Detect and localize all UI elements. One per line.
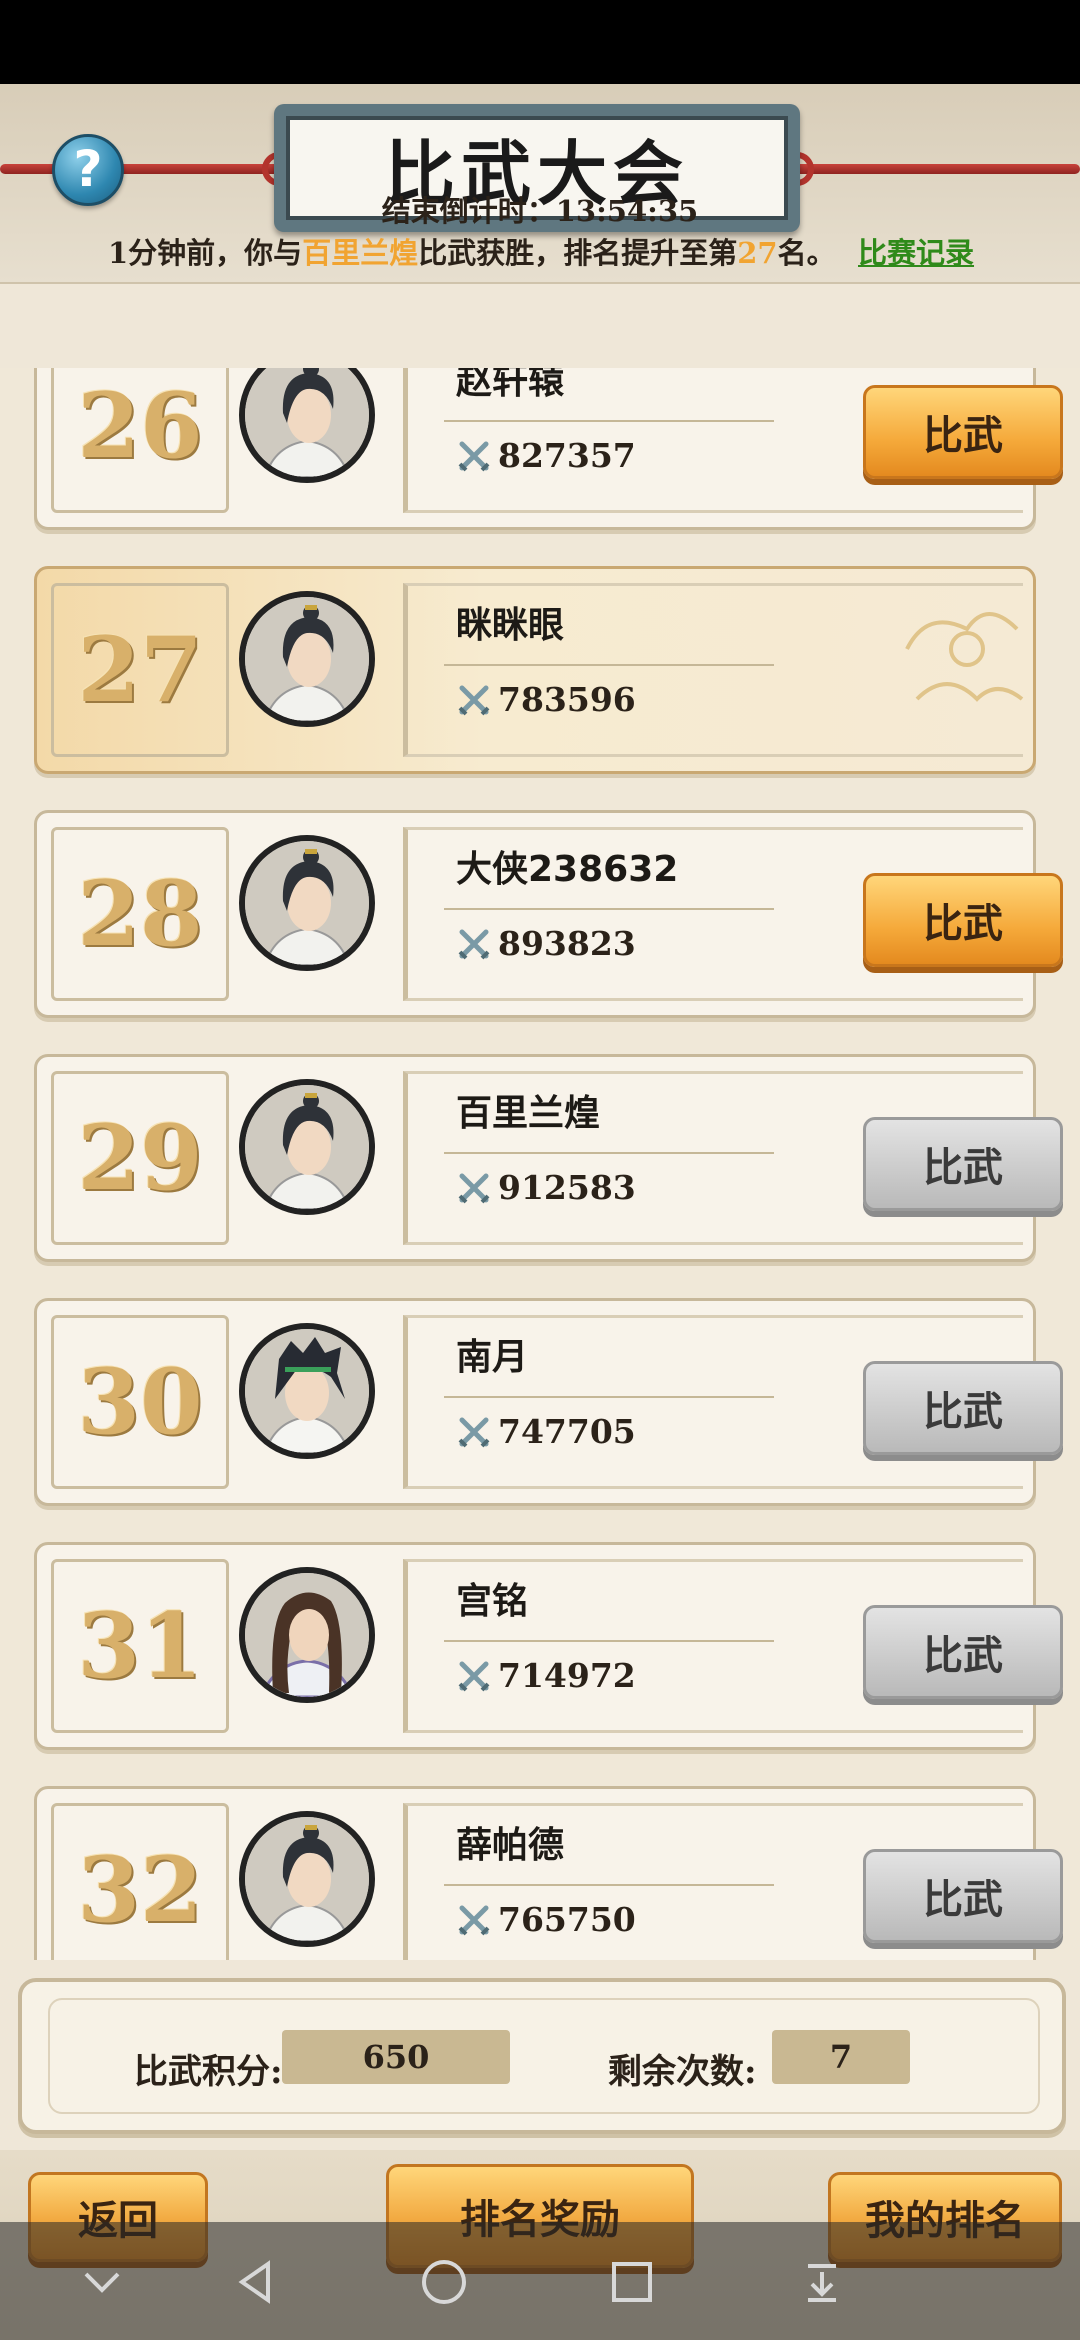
divider — [444, 1640, 774, 1642]
crossed-swords-icon — [458, 1173, 490, 1203]
power-value: 747705 — [456, 1412, 636, 1451]
news-mid: 比武获胜，排名提升至第 — [418, 236, 738, 270]
news-prefix: 1分钟前，你与 — [108, 236, 303, 270]
points-value: 650 — [282, 2030, 510, 2084]
divider — [444, 420, 774, 422]
fight-button[interactable]: 比武 — [863, 1849, 1063, 1943]
player-name: 宫铭 — [456, 1581, 529, 1622]
power-value: 783596 — [456, 680, 636, 719]
power-number: 747705 — [498, 1412, 636, 1451]
player-name: 眯眯眼 — [456, 605, 565, 646]
player-name: 百里兰煌 — [456, 1093, 601, 1134]
status-bar — [0, 0, 1080, 84]
spiky-hair-portrait-icon — [245, 1329, 369, 1453]
power-number: 783596 — [498, 680, 636, 719]
player-avatar[interactable] — [239, 368, 375, 483]
recent-apps-icon[interactable] — [602, 2252, 662, 2312]
fight-button[interactable]: 比武 — [863, 873, 1063, 967]
swordsman-portrait-icon — [245, 841, 369, 965]
news-rank: 27 — [737, 236, 778, 270]
fight-button[interactable]: 比武 — [863, 1117, 1063, 1211]
divider — [444, 664, 774, 666]
score-panel: 比武积分: 650 剩余次数: 7 — [18, 1978, 1066, 2134]
long-hair-portrait-icon — [245, 1573, 369, 1697]
fight-button[interactable]: 比武 — [863, 1605, 1063, 1699]
power-number: 827357 — [498, 436, 636, 475]
swordsman-portrait-icon — [245, 368, 369, 477]
chevron-down-icon[interactable] — [72, 2252, 132, 2312]
player-row: 26 赵轩辕 827357 比武 — [34, 368, 1063, 530]
power-number: 912583 — [498, 1168, 636, 1207]
crossed-swords-icon — [458, 929, 490, 959]
rank-number: 30 — [51, 1315, 229, 1489]
download-arrow-icon[interactable] — [792, 2252, 852, 2312]
player-row: 31 宫铭 714972 比武 — [34, 1542, 1063, 1750]
rope-decoration-left — [0, 164, 300, 174]
score-panel-inner: 比武积分: 650 剩余次数: 7 — [48, 1998, 1040, 2114]
rank-number: 29 — [51, 1071, 229, 1245]
power-number: 765750 — [498, 1900, 636, 1939]
home-circle-icon[interactable] — [414, 2252, 474, 2312]
swordsman-portrait-icon — [245, 597, 369, 721]
power-value: 714972 — [456, 1656, 636, 1695]
player-avatar[interactable] — [239, 591, 375, 727]
player-row: 28 大侠238632 893823 比武 — [34, 810, 1063, 1018]
swordsman-portrait-icon — [245, 1085, 369, 1209]
player-name: 南月 — [456, 1337, 529, 1378]
fight-button[interactable]: 比武 — [863, 385, 1063, 479]
points-label: 比武积分: — [134, 2052, 283, 2092]
player-name: 薛帕德 — [456, 1825, 565, 1866]
power-value: 765750 — [456, 1900, 636, 1939]
rank-number: 27 — [51, 583, 229, 757]
power-value: 912583 — [456, 1168, 636, 1207]
crossed-swords-icon — [458, 1417, 490, 1447]
remaining-label: 剩余次数: — [608, 2052, 757, 2092]
player-avatar[interactable] — [239, 835, 375, 971]
player-name: 赵轩辕 — [456, 368, 565, 402]
player-row-self: 27 眯眯眼 783596 — [34, 566, 1036, 774]
player-name: 大侠238632 — [456, 849, 679, 890]
rank-number: 31 — [51, 1559, 229, 1733]
match-record-link[interactable]: 比赛记录 — [858, 230, 974, 272]
system-nav-bar — [0, 2222, 1080, 2340]
power-number: 893823 — [498, 924, 636, 963]
player-row: 32 薛帕德 765750 比武 — [34, 1786, 1063, 1960]
cloud-decoration-icon — [905, 612, 1024, 702]
swordsman-portrait-icon — [245, 1817, 369, 1941]
rope-decoration-right — [780, 164, 1080, 174]
player-avatar[interactable] — [239, 1079, 375, 1215]
crossed-swords-icon — [458, 685, 490, 715]
battle-news: 1分钟前，你与百里兰煌比武获胜，排名提升至第27名。 — [108, 230, 836, 272]
player-row: 29 百里兰煌 912583 比武 — [34, 1054, 1063, 1262]
crossed-swords-icon — [458, 1661, 490, 1691]
news-opponent: 百里兰煌 — [302, 236, 419, 270]
divider — [444, 1884, 774, 1886]
news-suffix: 名。 — [777, 236, 836, 270]
divider — [444, 908, 774, 910]
fight-button[interactable]: 比武 — [863, 1361, 1063, 1455]
crossed-swords-icon — [458, 1905, 490, 1935]
power-value: 827357 — [456, 436, 636, 475]
player-avatar[interactable] — [239, 1811, 375, 1947]
rank-number: 26 — [51, 368, 229, 513]
crossed-swords-icon — [458, 441, 490, 471]
divider — [444, 1152, 774, 1154]
player-avatar[interactable] — [239, 1567, 375, 1703]
player-row: 30 南月 747705 比武 — [34, 1298, 1063, 1506]
power-value: 893823 — [456, 924, 636, 963]
rank-number: 32 — [51, 1803, 229, 1960]
ranking-list[interactable]: 26 赵轩辕 827357 比武 27 眯眯眼 783596 28 大侠2386… — [0, 368, 1080, 1960]
divider — [444, 1396, 774, 1398]
back-triangle-icon[interactable] — [226, 2252, 286, 2312]
rank-number: 28 — [51, 827, 229, 1001]
countdown-text: 结束倒计时：13:54:35 — [381, 194, 699, 228]
player-avatar[interactable] — [239, 1323, 375, 1459]
power-number: 714972 — [498, 1656, 636, 1695]
remaining-value: 7 — [772, 2030, 910, 2084]
